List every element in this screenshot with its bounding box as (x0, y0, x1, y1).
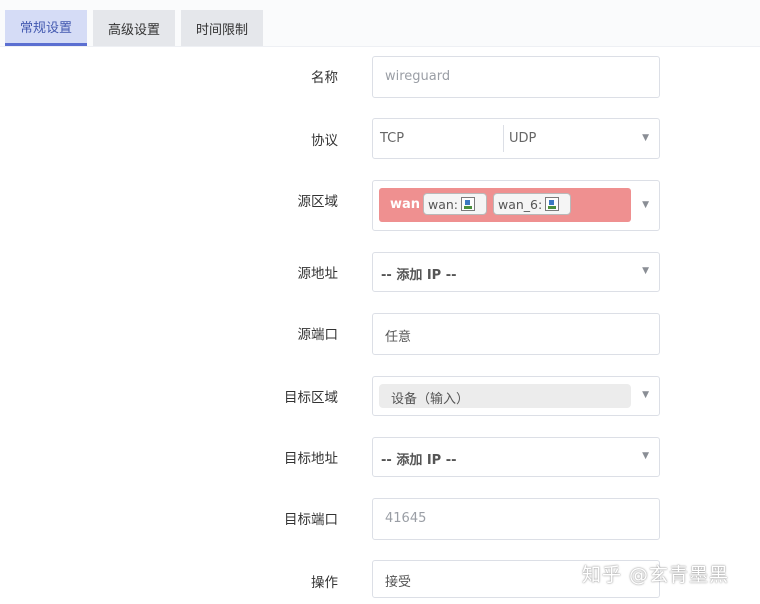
src-port-input[interactable]: 任意 (372, 313, 660, 355)
src-addr-value: -- 添加 IP -- (381, 268, 457, 283)
zone-chip: wan wan: wan_6: (379, 188, 631, 222)
zone-name: wan (390, 197, 421, 212)
src-addr-label: 源地址 (297, 266, 339, 282)
tab-advanced-settings[interactable]: 高级设置 (93, 10, 175, 46)
protocol-divider (503, 125, 504, 152)
name-input[interactable]: wireguard (372, 56, 660, 98)
tab-time-restrictions[interactable]: 时间限制 (181, 10, 263, 46)
network-interface-icon (545, 197, 560, 211)
dest-addr-label: 目标地址 (284, 451, 338, 467)
zone-tag-wan: wan: (423, 193, 487, 215)
dest-zone-chip: 设备（输入） (379, 384, 631, 408)
chevron-down-icon[interactable]: ▼ (642, 390, 649, 400)
zone-tag-label: wan_6: (498, 196, 543, 212)
dest-addr-value: -- 添加 IP -- (381, 453, 457, 468)
dest-zone-value: 设备（输入） (391, 392, 470, 407)
tab-bar: 常规设置 高级设置 时间限制 (0, 0, 760, 47)
protocol-label: 协议 (311, 133, 338, 149)
action-value: 接受 (385, 575, 412, 590)
tab-general-settings[interactable]: 常规设置 (5, 10, 87, 46)
src-port-label: 源端口 (297, 327, 339, 343)
network-interface-icon (461, 197, 476, 211)
src-addr-select[interactable]: -- 添加 IP -- ▼ (372, 252, 660, 292)
chevron-down-icon[interactable]: ▼ (642, 200, 649, 210)
src-zone-label: 源区域 (297, 194, 339, 210)
watermark: 知乎 @玄青墨黑 (582, 564, 730, 586)
chevron-down-icon[interactable]: ▼ (642, 266, 649, 276)
zone-tag-wan6: wan_6: (493, 193, 571, 215)
name-value: wireguard (385, 69, 451, 84)
chevron-down-icon[interactable]: ▼ (642, 451, 649, 461)
zone-tag-label: wan: (428, 196, 459, 212)
protocol-option-udp[interactable]: UDP (509, 131, 536, 146)
dest-port-value: 41645 (385, 511, 427, 526)
chevron-down-icon[interactable]: ▼ (642, 133, 649, 143)
dest-zone-label: 目标区域 (284, 390, 338, 406)
src-zone-select[interactable]: wan wan: wan_6: ▼ (372, 180, 660, 231)
src-port-value: 任意 (385, 330, 412, 345)
dest-port-input[interactable]: 41645 (372, 498, 660, 540)
protocol-option-tcp[interactable]: TCP (380, 131, 404, 146)
dest-addr-select[interactable]: -- 添加 IP -- ▼ (372, 437, 660, 477)
name-label: 名称 (311, 70, 338, 86)
protocol-select[interactable]: TCP UDP ▼ (372, 118, 660, 159)
action-label: 操作 (311, 575, 338, 591)
dest-port-label: 目标端口 (284, 512, 338, 528)
dest-zone-select[interactable]: 设备（输入） ▼ (372, 376, 660, 416)
